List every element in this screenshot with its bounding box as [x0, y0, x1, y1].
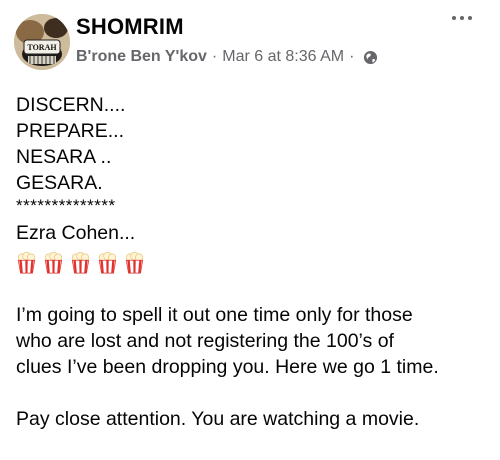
paragraph-line: Pay close attention. You are watching a …	[16, 408, 420, 430]
emoji-row	[16, 250, 486, 276]
meta-separator-2: ·	[349, 48, 355, 65]
text-line: Ezra Cohen...	[16, 222, 136, 244]
star-divider: **************	[16, 196, 116, 215]
globe-icon	[363, 50, 378, 65]
post-header: TORAH SHOMRIM B'rone Ben Y'kov · Mar 6 a…	[0, 0, 500, 84]
popcorn-icon	[71, 252, 90, 274]
paragraph-line: who are lost and not registering the 100…	[16, 330, 394, 352]
paragraph-line: clues I’ve been dropping you. Here we go…	[16, 356, 439, 378]
text-line: NESARA ..	[16, 146, 112, 168]
author-name[interactable]: B'rone Ben Y'kov	[76, 48, 207, 66]
avatar-image: TORAH	[14, 14, 70, 70]
group-avatar[interactable]: TORAH	[14, 14, 70, 70]
avatar-label: TORAH	[27, 43, 57, 52]
popcorn-icon	[44, 252, 63, 274]
text-line: DISCERN....	[16, 94, 126, 116]
popcorn-icon	[125, 252, 144, 274]
post-timestamp[interactable]: Mar 6 at 8:36 AM	[222, 48, 344, 66]
popcorn-icon	[98, 252, 117, 274]
paragraph-line: I’m going to spell it out one time only …	[16, 304, 413, 326]
post-meta: B'rone Ben Y'kov · Mar 6 at 8:36 AM ·	[76, 48, 378, 66]
text-line: PREPARE...	[16, 120, 125, 142]
more-options-icon[interactable]	[452, 16, 472, 20]
popcorn-icon	[17, 252, 36, 274]
text-line: GESARA.	[16, 172, 103, 194]
group-name[interactable]: SHOMRIM	[76, 14, 184, 40]
meta-separator: ·	[211, 48, 218, 65]
post-body: DISCERN.... PREPARE... NESARA .. GESARA.…	[16, 92, 486, 432]
